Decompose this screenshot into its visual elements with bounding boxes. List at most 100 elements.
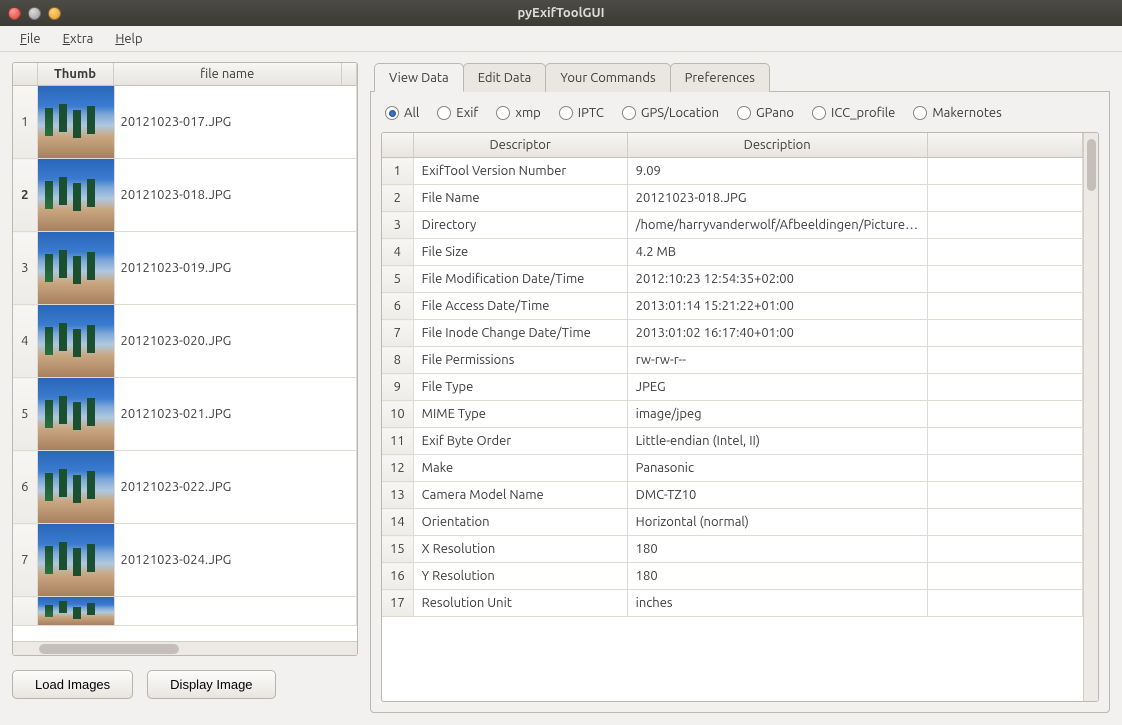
filter-radio-all[interactable]: All: [385, 106, 419, 120]
window-close-button[interactable]: [8, 7, 21, 20]
load-images-button[interactable]: Load Images: [12, 670, 133, 699]
col-header-thumb[interactable]: Thumb: [37, 63, 113, 86]
metadata-row[interactable]: 9File TypeJPEG: [382, 374, 1083, 401]
file-row[interactable]: [13, 597, 357, 626]
descriptor-cell[interactable]: Directory: [413, 212, 627, 239]
metadata-row[interactable]: 5File Modification Date/Time2012:10:23 1…: [382, 266, 1083, 293]
metadata-row[interactable]: 6File Access Date/Time2013:01:14 15:21:2…: [382, 293, 1083, 320]
descriptor-cell[interactable]: File Size: [413, 239, 627, 266]
col-header-trailing[interactable]: [927, 133, 1082, 158]
description-cell[interactable]: 2013:01:02 16:17:40+01:00: [627, 320, 927, 347]
file-row[interactable]: 420121023-020.JPG: [13, 305, 357, 378]
file-row[interactable]: 320121023-019.JPG: [13, 232, 357, 305]
file-thumbnail[interactable]: [37, 232, 114, 305]
description-cell[interactable]: rw-rw-r--: [627, 347, 927, 374]
metadata-row[interactable]: 7File Inode Change Date/Time2013:01:02 1…: [382, 320, 1083, 347]
metadata-row[interactable]: 4File Size4.2 MB: [382, 239, 1083, 266]
filter-radio-xmp[interactable]: xmp: [496, 106, 540, 120]
descriptor-cell[interactable]: ExifTool Version Number: [413, 158, 627, 185]
tab-view-data[interactable]: View Data: [374, 63, 464, 92]
metadata-row[interactable]: 17Resolution Unitinches: [382, 590, 1083, 617]
descriptor-cell[interactable]: Y Resolution: [413, 563, 627, 590]
description-cell[interactable]: 2012:10:23 12:54:35+02:00: [627, 266, 927, 293]
tab-edit-data[interactable]: Edit Data: [463, 63, 547, 92]
tab-your-commands[interactable]: Your Commands: [545, 63, 670, 92]
description-cell[interactable]: /home/harryvanderwolf/Afbeeldingen/Pictu…: [627, 212, 927, 239]
file-name-cell[interactable]: 20121023-017.JPG: [114, 86, 357, 159]
descriptor-cell[interactable]: File Modification Date/Time: [413, 266, 627, 293]
description-cell[interactable]: Little-endian (Intel, II): [627, 428, 927, 455]
description-cell[interactable]: Panasonic: [627, 455, 927, 482]
description-cell[interactable]: 180: [627, 563, 927, 590]
filter-radio-gps-location[interactable]: GPS/Location: [622, 106, 719, 120]
col-header-resizer[interactable]: [342, 63, 357, 86]
display-image-button[interactable]: Display Image: [147, 670, 275, 699]
tab-preferences[interactable]: Preferences: [670, 63, 770, 92]
filter-radio-gpano[interactable]: GPano: [737, 106, 794, 120]
description-cell[interactable]: 2013:01:14 15:21:22+01:00: [627, 293, 927, 320]
description-cell[interactable]: DMC-TZ10: [627, 482, 927, 509]
descriptor-cell[interactable]: MIME Type: [413, 401, 627, 428]
description-cell[interactable]: 180: [627, 536, 927, 563]
file-row[interactable]: 120121023-017.JPG: [13, 86, 357, 159]
descriptor-cell[interactable]: Exif Byte Order: [413, 428, 627, 455]
metadata-row[interactable]: 15X Resolution180: [382, 536, 1083, 563]
metadata-row[interactable]: 11Exif Byte OrderLittle-endian (Intel, I…: [382, 428, 1083, 455]
file-row[interactable]: 620121023-022.JPG: [13, 451, 357, 524]
file-row[interactable]: 720121023-024.JPG: [13, 524, 357, 597]
metadata-row[interactable]: 13Camera Model NameDMC-TZ10: [382, 482, 1083, 509]
descriptor-cell[interactable]: File Permissions: [413, 347, 627, 374]
file-thumbnail[interactable]: [37, 86, 114, 159]
description-cell[interactable]: 9.09: [627, 158, 927, 185]
descriptor-cell[interactable]: File Inode Change Date/Time: [413, 320, 627, 347]
metadata-row[interactable]: 3Directory/home/harryvanderwolf/Afbeeldi…: [382, 212, 1083, 239]
col-header-descriptor[interactable]: Descriptor: [413, 133, 627, 158]
description-cell[interactable]: 4.2 MB: [627, 239, 927, 266]
description-cell[interactable]: 20121023-018.JPG: [627, 185, 927, 212]
file-name-cell[interactable]: 20121023-020.JPG: [114, 305, 357, 378]
filter-radio-makernotes[interactable]: Makernotes: [913, 106, 1001, 120]
col-header-description[interactable]: Description: [627, 133, 927, 158]
file-name-cell[interactable]: 20121023-018.JPG: [114, 159, 357, 232]
col-header-blank[interactable]: [13, 63, 37, 86]
metadata-row[interactable]: 12MakePanasonic: [382, 455, 1083, 482]
file-thumbnail[interactable]: [37, 305, 114, 378]
file-name-cell[interactable]: 20121023-022.JPG: [114, 451, 357, 524]
metadata-row[interactable]: 8File Permissionsrw-rw-r--: [382, 347, 1083, 374]
description-cell[interactable]: JPEG: [627, 374, 927, 401]
window-maximize-button[interactable]: [48, 7, 61, 20]
metadata-row[interactable]: 1ExifTool Version Number9.09: [382, 158, 1083, 185]
filter-radio-icc-profile[interactable]: ICC_profile: [812, 106, 895, 120]
descriptor-cell[interactable]: X Resolution: [413, 536, 627, 563]
vertical-scrollbar[interactable]: [1083, 133, 1098, 701]
descriptor-cell[interactable]: Resolution Unit: [413, 590, 627, 617]
metadata-row[interactable]: 16Y Resolution180: [382, 563, 1083, 590]
descriptor-cell[interactable]: File Type: [413, 374, 627, 401]
menu-extra[interactable]: Extra: [53, 29, 104, 49]
file-thumbnail[interactable]: [37, 451, 114, 524]
file-row[interactable]: 520121023-021.JPG: [13, 378, 357, 451]
file-thumbnail[interactable]: [37, 378, 114, 451]
file-thumbnail[interactable]: [37, 159, 114, 232]
col-header-filename[interactable]: file name: [113, 63, 342, 86]
menu-help[interactable]: Help: [105, 29, 152, 49]
filter-radio-iptc[interactable]: IPTC: [559, 106, 604, 120]
menu-file[interactable]: File: [10, 29, 51, 49]
file-name-cell[interactable]: 20121023-021.JPG: [114, 378, 357, 451]
metadata-row[interactable]: 2File Name20121023-018.JPG: [382, 185, 1083, 212]
description-cell[interactable]: Horizontal (normal): [627, 509, 927, 536]
descriptor-cell[interactable]: Camera Model Name: [413, 482, 627, 509]
descriptor-cell[interactable]: File Access Date/Time: [413, 293, 627, 320]
file-row[interactable]: 220121023-018.JPG: [13, 159, 357, 232]
file-thumbnail[interactable]: [37, 524, 114, 597]
metadata-row[interactable]: 14OrientationHorizontal (normal): [382, 509, 1083, 536]
window-minimize-button[interactable]: [28, 7, 41, 20]
description-cell[interactable]: image/jpeg: [627, 401, 927, 428]
file-name-cell[interactable]: 20121023-019.JPG: [114, 232, 357, 305]
filter-radio-exif[interactable]: Exif: [437, 106, 478, 120]
metadata-row[interactable]: 10MIME Typeimage/jpeg: [382, 401, 1083, 428]
file-name-cell[interactable]: 20121023-024.JPG: [114, 524, 357, 597]
descriptor-cell[interactable]: Make: [413, 455, 627, 482]
horizontal-scrollbar[interactable]: [13, 641, 357, 655]
col-header-rownum[interactable]: [382, 133, 413, 158]
